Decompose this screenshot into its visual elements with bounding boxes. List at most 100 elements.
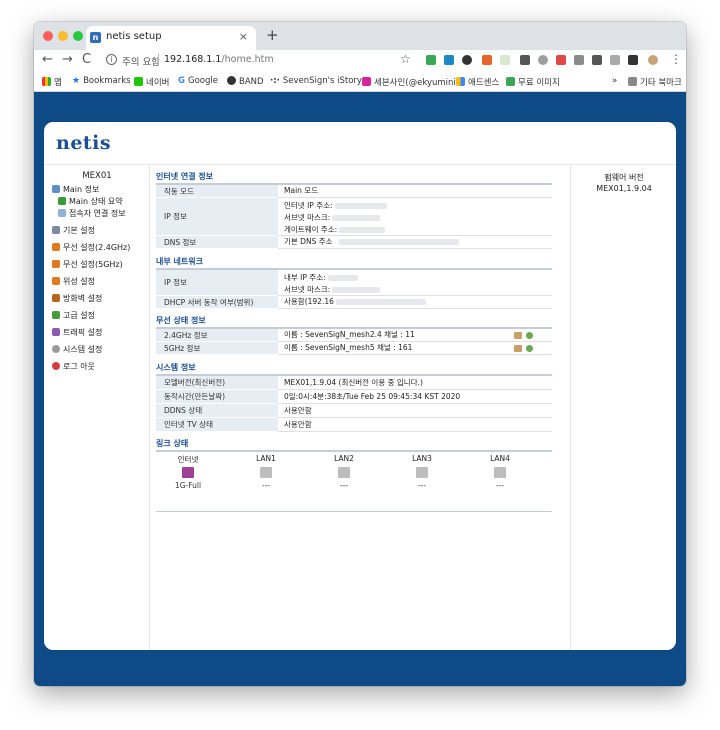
bookmark-star-icon[interactable]: ☆ — [400, 52, 411, 66]
router-panel: netis MEX01 Main 정보 Main 상태 요약 접속자 연결 정보… — [44, 122, 676, 650]
zoom-window-button[interactable] — [73, 31, 83, 41]
google-icon: G — [178, 76, 185, 86]
address-bar[interactable]: 192.168.1.1/home.htm — [164, 54, 274, 65]
bookmark-band[interactable]: BAND — [227, 76, 264, 87]
port-label: LAN2 — [334, 454, 354, 463]
other-bookmarks[interactable]: 기타 북마크 — [628, 76, 682, 88]
lan-subnet-line: 서브넷 마스크: — [284, 284, 381, 295]
security-warning[interactable]: 주의 요함 — [122, 54, 160, 68]
tab-netis-setup[interactable]: n netis setup × — [86, 26, 256, 50]
internet-gateway-line: 게이트웨이 주소: — [284, 224, 386, 235]
sidebar-item-firewall[interactable]: 방화벽 설정 — [52, 293, 102, 304]
bookmark-google[interactable]: G Google — [178, 76, 218, 86]
tab-close-icon[interactable]: × — [239, 30, 248, 43]
instagram-icon — [362, 77, 371, 86]
chart-icon — [52, 328, 60, 336]
tab-title: netis setup — [106, 31, 162, 42]
sidebar-item-main-info[interactable]: Main 정보 — [52, 184, 99, 195]
url-path: /home.htm — [221, 54, 274, 65]
minimize-window-button[interactable] — [58, 31, 68, 41]
wifi-icon — [52, 260, 60, 268]
wifi-5-value: 이름 : SevenSigN_mesh5 채널 : 161 — [278, 342, 552, 355]
lock-icon — [514, 345, 522, 352]
redacted-value — [338, 239, 459, 245]
document-icon — [58, 209, 66, 217]
bookmark-istory[interactable]: ·:· SevenSign's iStory :: — [270, 76, 370, 86]
main-info-panel: 인터넷 연결 정보 작동 모드 Main 모드 IP 정보 인터넷 IP 주소:… — [150, 165, 570, 650]
browser-menu-icon[interactable]: ⋮ — [670, 52, 682, 66]
bookmark-adsense[interactable]: 애드센스 — [456, 76, 499, 88]
internet-section-title: 인터넷 연결 정보 — [156, 172, 214, 181]
sidebar-item-traffic[interactable]: 트래픽 설정 — [52, 327, 102, 338]
port-label: 인터넷 — [177, 455, 199, 464]
check-icon — [58, 197, 66, 205]
tool-extension-icon[interactable] — [520, 55, 530, 65]
new-tab-button[interactable]: + — [266, 26, 279, 44]
redacted-value — [332, 215, 381, 221]
ethernet-port-icon — [338, 467, 350, 478]
check-extension-icon[interactable] — [444, 55, 454, 65]
sidebar-item-logout[interactable]: 로그 아웃 — [52, 361, 95, 372]
page-content: netis MEX01 Main 정보 Main 상태 요약 접속자 연결 정보… — [34, 92, 686, 686]
profile-avatar[interactable] — [648, 55, 658, 65]
band-icon — [227, 76, 236, 85]
info-icon[interactable]: i — [106, 54, 117, 65]
sidebar-item-wifi-5[interactable]: 무선 설정(5GHz) — [52, 259, 123, 270]
computer-icon — [52, 185, 60, 193]
tistory-icon: ·:· — [270, 76, 280, 86]
sidebar-item-clients[interactable]: 접속자 연결 정보 — [58, 208, 126, 219]
advanced-icon — [52, 311, 60, 319]
bookmark-instagram[interactable]: 세븐사인(@ekyumini... — [362, 76, 464, 88]
leaf-extension-icon[interactable] — [500, 55, 510, 65]
c-extension-icon[interactable] — [628, 55, 638, 65]
internet-ip-label: IP 정보 — [156, 198, 278, 236]
screen-extension-icon[interactable] — [610, 55, 620, 65]
naver-icon — [134, 77, 143, 86]
mail-extension-icon[interactable] — [556, 55, 566, 65]
evernote-extension-icon[interactable] — [426, 55, 436, 65]
bookmarks-more-button[interactable]: » — [612, 76, 617, 86]
wifi-5-label: 5GHz 정보 — [156, 342, 278, 355]
forward-button[interactable]: → — [62, 52, 73, 68]
sidebar-item-satellite[interactable]: 위성 설정 — [52, 276, 95, 287]
lan-section-title: 내부 네트워크 — [156, 257, 203, 266]
redacted-value — [339, 227, 386, 233]
lan-ip-values: 내부 IP 주소: 서브넷 마스크: — [278, 270, 552, 296]
firewall-icon — [52, 294, 60, 302]
redacted-value — [332, 287, 381, 293]
adsense-icon — [456, 77, 465, 86]
port-status: --- — [417, 481, 427, 490]
ethernet-port-icon — [182, 467, 194, 478]
close-window-button[interactable] — [43, 31, 53, 41]
bookmark-apps[interactable]: 앱 — [42, 76, 62, 88]
sidebar-item-advanced[interactable]: 고급 설정 — [52, 310, 95, 321]
firmware-label: 펌웨어 버전 — [604, 173, 644, 182]
s-extension-icon[interactable] — [592, 55, 602, 65]
port-status: 1G-Full — [174, 481, 202, 490]
bookmark-bookmarks[interactable]: ★ Bookmarks — [72, 76, 131, 86]
bookmark-free-images[interactable]: 무료 이미지 — [506, 76, 560, 88]
free-images-icon — [506, 77, 515, 86]
sidebar-item-basic[interactable]: 기본 설정 — [52, 225, 95, 236]
back-button[interactable]: ← — [42, 52, 53, 68]
sidebar-item-system[interactable]: 시스템 설정 — [52, 344, 102, 355]
sidebar-item-wifi-24[interactable]: 무선 설정(2.4GHz) — [52, 242, 130, 253]
bookmark-naver[interactable]: 네이버 — [134, 76, 169, 88]
ex-extension-icon[interactable] — [482, 55, 492, 65]
sidebar-menu: MEX01 Main 정보 Main 상태 요약 접속자 연결 정보 기본 설정… — [44, 165, 150, 650]
port-label: LAN3 — [412, 454, 432, 463]
uptime-value: 0일:0시:4분:38초/Tue Feb 25 09:45:34 KST 202… — [278, 390, 552, 404]
internet-ip-values: 인터넷 IP 주소: 서브넷 마스크: 게이트웨이 주소: — [278, 198, 552, 236]
iptv-label: 인터넷 TV 상태 — [156, 418, 278, 432]
star-icon: ★ — [72, 76, 81, 86]
power-icon — [52, 362, 60, 370]
reload-button[interactable]: C — [82, 52, 91, 68]
model-version-value: MEX01,1.9.04 (최신버전 이용 중 입니다.) — [278, 376, 552, 390]
globe-extension-icon[interactable] — [538, 55, 548, 65]
ethernet-port-icon — [416, 467, 428, 478]
info-extension-icon[interactable] — [462, 55, 472, 65]
mode-label: 작동 모드 — [156, 185, 278, 198]
lock-icon — [514, 332, 522, 339]
pin-extension-icon[interactable] — [574, 55, 584, 65]
sidebar-item-status-summary[interactable]: Main 상태 요약 — [58, 196, 123, 207]
